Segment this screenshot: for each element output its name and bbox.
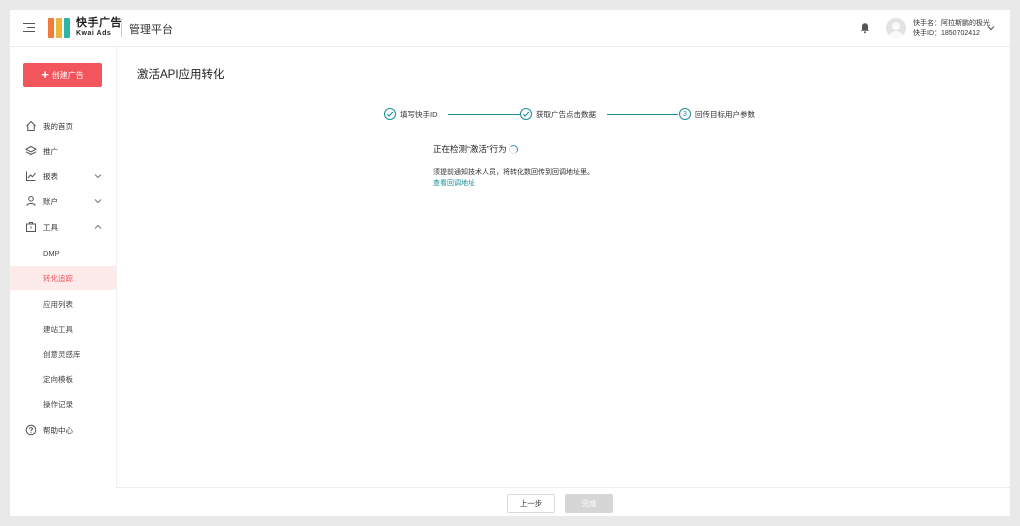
step-label: 回传目标用户参数	[695, 109, 755, 119]
detection-status: 正在检测“激活”行为	[433, 143, 518, 155]
platform-title: 管理平台	[129, 24, 173, 36]
sidebar: + 创建广告 我的首页 推广 报表 账户 工具 DMP 转化追踪 应用列表 建站…	[10, 47, 116, 516]
user-id: 快手ID：1850702412	[913, 30, 980, 37]
chart-icon	[26, 171, 36, 181]
step-1: 填写快手ID	[384, 108, 438, 120]
chevron-down-icon	[94, 174, 102, 179]
check-icon	[520, 108, 532, 120]
sidebar-subitem-conversion-tracking[interactable]: 转化追踪	[10, 266, 116, 290]
sidebar-item-label: 帮助中心	[43, 425, 73, 435]
sidebar-subitem-targeting-templates[interactable]: 定向模板	[10, 367, 116, 391]
page-title: 激活API应用转化	[137, 69, 225, 81]
plus-icon: +	[41, 67, 49, 82]
chevron-down-icon[interactable]	[987, 24, 995, 32]
menu-toggle-icon[interactable]	[23, 22, 35, 34]
step-number: 3	[679, 108, 691, 120]
create-ad-label: 创建广告	[51, 70, 84, 80]
create-ad-button[interactable]: + 创建广告	[23, 63, 102, 87]
chevron-up-icon	[94, 224, 102, 229]
sidebar-item-reports[interactable]: 报表	[10, 164, 116, 188]
user-name: 快手名：阿拉斯鹏的极光	[913, 20, 990, 27]
sidebar-item-promotion[interactable]: 推广	[10, 139, 116, 163]
sidebar-item-label: 工具	[43, 222, 58, 232]
loading-spinner-icon	[508, 144, 518, 154]
logo-text: 快手广告 Kwai Ads	[76, 18, 122, 38]
sidebar-subitem-dmp[interactable]: DMP	[10, 241, 116, 265]
step-label: 获取广告点击数据	[536, 109, 596, 119]
sidebar-item-label: 推广	[43, 146, 58, 156]
sidebar-subitem-app-list[interactable]: 应用列表	[10, 292, 116, 316]
check-icon	[384, 108, 396, 120]
sidebar-subitem-creative-library[interactable]: 创意灵感库	[10, 342, 116, 366]
main-content: 激活API应用转化 填写快手ID 获取广告点击数据 3 回传目标用户参数 正在检…	[116, 47, 1010, 487]
toolbox-icon	[26, 222, 36, 232]
kwai-logo-icon	[48, 18, 70, 38]
user-info: 快手名：阿拉斯鹏的极光 快手ID：1850702412	[913, 19, 990, 39]
step-connector	[448, 114, 520, 115]
top-header: 快手广告 Kwai Ads 管理平台 快手名：阿拉斯鹏的极光 快手ID：1850…	[10, 10, 1010, 47]
logo-divider	[121, 19, 122, 37]
sidebar-item-label: 报表	[43, 171, 58, 181]
sidebar-item-tools[interactable]: 工具	[10, 215, 116, 239]
sidebar-item-label: 账户	[43, 196, 58, 206]
help-icon	[25, 424, 37, 436]
sidebar-subitem-site-builder[interactable]: 建站工具	[10, 317, 116, 341]
layers-icon	[25, 145, 37, 156]
done-button[interactable]: 完成	[565, 494, 613, 513]
status-text: 正在检测“激活”行为	[433, 144, 507, 154]
sidebar-subitem-operation-log[interactable]: 操作记录	[10, 392, 116, 416]
step-connector	[607, 114, 678, 115]
chevron-down-icon	[94, 199, 102, 204]
avatar[interactable]	[886, 18, 906, 38]
sidebar-item-label: 我的首页	[43, 121, 73, 131]
step-2: 获取广告点击数据	[520, 108, 596, 120]
sidebar-item-home[interactable]: 我的首页	[10, 114, 116, 138]
step-label: 填写快手ID	[400, 109, 438, 119]
sidebar-item-help[interactable]: 帮助中心	[10, 418, 116, 442]
view-callback-link[interactable]: 查看回调地址	[433, 178, 475, 188]
prev-step-button[interactable]: 上一步	[507, 494, 555, 513]
footer-bar: 上一步 完成	[116, 487, 1010, 516]
hint-text: 须提前通知技术人员，将转化数回传到回调地址里。	[433, 169, 594, 176]
app-frame: 快手广告 Kwai Ads 管理平台 快手名：阿拉斯鹏的极光 快手ID：1850…	[10, 10, 1010, 516]
step-3: 3 回传目标用户参数	[679, 108, 755, 120]
logo-en: Kwai Ads	[76, 30, 112, 37]
logo-cn: 快手广告	[76, 17, 122, 29]
home-icon	[26, 120, 36, 131]
account-icon	[26, 196, 36, 207]
bell-icon[interactable]	[859, 22, 871, 34]
sidebar-item-account[interactable]: 账户	[10, 189, 116, 213]
